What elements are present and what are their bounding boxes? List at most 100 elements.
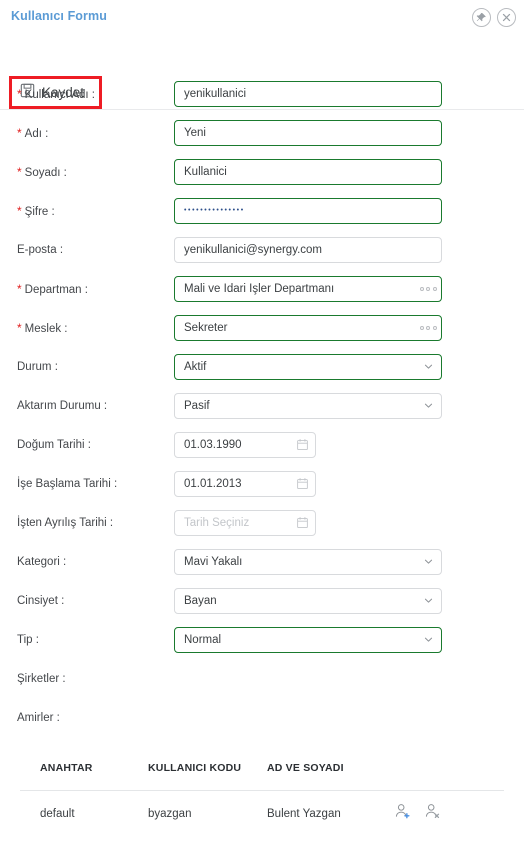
input-durum[interactable]: Aktif — [174, 353, 442, 380]
window-titlebar: Kullanıcı Formu — [0, 0, 524, 36]
input-sifre[interactable]: ••••••••••••••• — [174, 197, 442, 224]
form-row-ise-baslama-tarihi: İşe Başlama Tarihi : 01.01.2013 — [0, 464, 524, 503]
form-row-aktarim-durumu: Aktarım Durumu : Pasif — [0, 386, 524, 425]
form-row-adi: * Adı : Yeni — [0, 113, 524, 152]
close-button[interactable] — [497, 8, 516, 27]
user-form-panel: Kullanıcı Formu Kaydet * Kullanıcı Adı:… — [0, 0, 524, 854]
cell-anahtar: default — [40, 808, 75, 820]
value-cinsiyet: Bayan — [184, 594, 217, 607]
form-row-kategori: Kategori : Mavi Yakalı — [0, 542, 524, 581]
input-kategori[interactable]: Mavi Yakalı — [174, 548, 442, 575]
grid-header-anahtar: ANAHTAR — [40, 762, 93, 774]
pin-button[interactable] — [472, 8, 491, 27]
label-text: Soyadı : — [24, 166, 67, 179]
value-departman: Mali ve İdari İşler Departmanı — [184, 282, 335, 295]
value-soyadi: Kullanici — [184, 165, 227, 178]
input-meslek[interactable]: Sekreter — [174, 314, 442, 341]
value-aktarim-durumu: Pasif — [184, 399, 210, 412]
grid-header-row: ANAHTAR KULLANICI KODU AD VE SOYADI — [0, 748, 524, 791]
user-form: * Kullanıcı Adı : yenikullanici * Adı : Yeni *… — [0, 74, 524, 737]
value-durum: Aktif — [184, 360, 207, 373]
value-kullanici-adi: yenikullanici — [184, 87, 247, 100]
label-text: Tip : — [17, 633, 39, 646]
label-dogum-tarihi: Doğum Tarihi : — [17, 439, 91, 451]
label-kullanici-adi: * Kullanıcı Adı : — [17, 87, 95, 101]
label-durum: Durum : — [17, 361, 58, 373]
label-cinsiyet: Cinsiyet : — [17, 595, 64, 607]
label-text: Şifre : — [24, 205, 55, 218]
input-ise-baslama-tarihi[interactable]: 01.01.2013 — [174, 470, 316, 497]
chevron-down-icon — [415, 588, 441, 614]
label-soyadi: * Soyadı : — [17, 165, 67, 179]
close-icon — [501, 12, 512, 23]
page-title: Kullanıcı Formu — [11, 9, 107, 23]
label-meslek: * Meslek : — [17, 321, 68, 335]
input-departman[interactable]: Mali ve İdari İşler Departmanı — [174, 275, 442, 302]
value-sifre: ••••••••••••••• — [184, 206, 245, 214]
chevron-down-icon — [415, 627, 441, 653]
input-e-posta[interactable]: yenikullanici@synergy.com — [174, 236, 442, 263]
label-text: Adı : — [24, 127, 49, 140]
label-text: Amirler : — [17, 711, 60, 724]
required-marker: * — [17, 164, 22, 179]
label-text: Departman : — [24, 283, 88, 296]
lookup-browse-icon[interactable] — [415, 276, 441, 302]
required-marker: * — [17, 281, 22, 296]
pin-icon — [476, 12, 487, 23]
input-kullanici-adi[interactable]: yenikullanici — [174, 80, 442, 107]
value-tip: Normal — [184, 633, 222, 646]
label-text: İşe Başlama Tarihi : — [17, 477, 118, 490]
label-ise-baslama-tarihi: İşe Başlama Tarihi : — [17, 478, 117, 490]
label-sifre: * Şifre : — [17, 204, 55, 218]
form-row-e-posta: E-posta : yenikullanici@synergy.com — [0, 230, 524, 269]
form-row-amirler: Amirler : — [0, 698, 524, 737]
label-amirler: Amirler : — [17, 712, 60, 724]
calendar-icon[interactable] — [289, 432, 315, 458]
label-text: E-posta : — [17, 243, 64, 256]
value-adi: Yeni — [184, 126, 206, 139]
lookup-browse-icon[interactable] — [415, 315, 441, 341]
form-row-tip: Tip : Normal — [0, 620, 524, 659]
row-action-buttons — [394, 802, 442, 820]
input-aktarim-durumu[interactable]: Pasif — [174, 392, 442, 419]
input-adi[interactable]: Yeni — [174, 119, 442, 146]
input-tip[interactable]: Normal — [174, 626, 442, 653]
window-controls — [472, 8, 516, 27]
label-text: Kullanıcı Adı : — [24, 88, 95, 101]
required-marker: * — [17, 320, 22, 335]
form-row-soyadi: * Soyadı : Kullanici — [0, 152, 524, 191]
input-cinsiyet[interactable]: Bayan — [174, 587, 442, 614]
label-text: Aktarım Durumu : — [17, 399, 108, 412]
remove-user-icon[interactable] — [424, 802, 442, 820]
table-row[interactable]: default byazgan Bulent Yazgan — [0, 790, 524, 838]
input-dogum-tarihi[interactable]: 01.03.1990 — [174, 431, 316, 458]
form-row-cinsiyet: Cinsiyet : Bayan — [0, 581, 524, 620]
value-ise-baslama-tarihi: 01.01.2013 — [184, 477, 242, 490]
label-departman: * Departman : — [17, 282, 88, 296]
label-tip: Tip : — [17, 634, 39, 646]
add-user-icon[interactable] — [394, 802, 412, 820]
form-row-kullanici-adi: * Kullanıcı Adı : yenikullanici — [0, 74, 524, 113]
chevron-down-icon — [415, 549, 441, 575]
label-text: Şirketler : — [17, 672, 66, 685]
label-text: Durum : — [17, 360, 58, 373]
supervisors-grid: ANAHTAR KULLANICI KODU AD VE SOYADI defa… — [0, 748, 524, 838]
grid-header-kullanici-kodu: KULLANICI KODU — [148, 762, 242, 774]
form-row-dogum-tarihi: Doğum Tarihi : 01.03.1990 — [0, 425, 524, 464]
form-row-departman: * Departman : Mali ve İdari İşler Departma… — [0, 269, 524, 308]
required-marker: * — [17, 86, 22, 101]
label-text: Meslek : — [24, 322, 68, 335]
input-isten-ayrilis-tarihi[interactable]: Tarih Seçiniz — [174, 509, 316, 536]
value-kategori: Mavi Yakalı — [184, 555, 243, 568]
form-row-isten-ayrilis-tarihi: İşten Ayrılış Tarihi : Tarih Seçiniz — [0, 503, 524, 542]
grid-header-ad-ve-soyadi: AD VE SOYADI — [267, 762, 344, 774]
form-row-sirketler: Şirketler : — [0, 659, 524, 698]
calendar-icon[interactable] — [289, 471, 315, 497]
cell-ad-ve-soyadi: Bulent Yazgan — [267, 808, 341, 820]
form-row-meslek: * Meslek : Sekreter — [0, 308, 524, 347]
input-soyadi[interactable]: Kullanici — [174, 158, 442, 185]
label-adi: * Adı : — [17, 126, 48, 140]
calendar-icon[interactable] — [289, 510, 315, 536]
label-aktarim-durumu: Aktarım Durumu : — [17, 400, 107, 412]
form-row-sifre: * Şifre : ••••••••••••••• — [0, 191, 524, 230]
